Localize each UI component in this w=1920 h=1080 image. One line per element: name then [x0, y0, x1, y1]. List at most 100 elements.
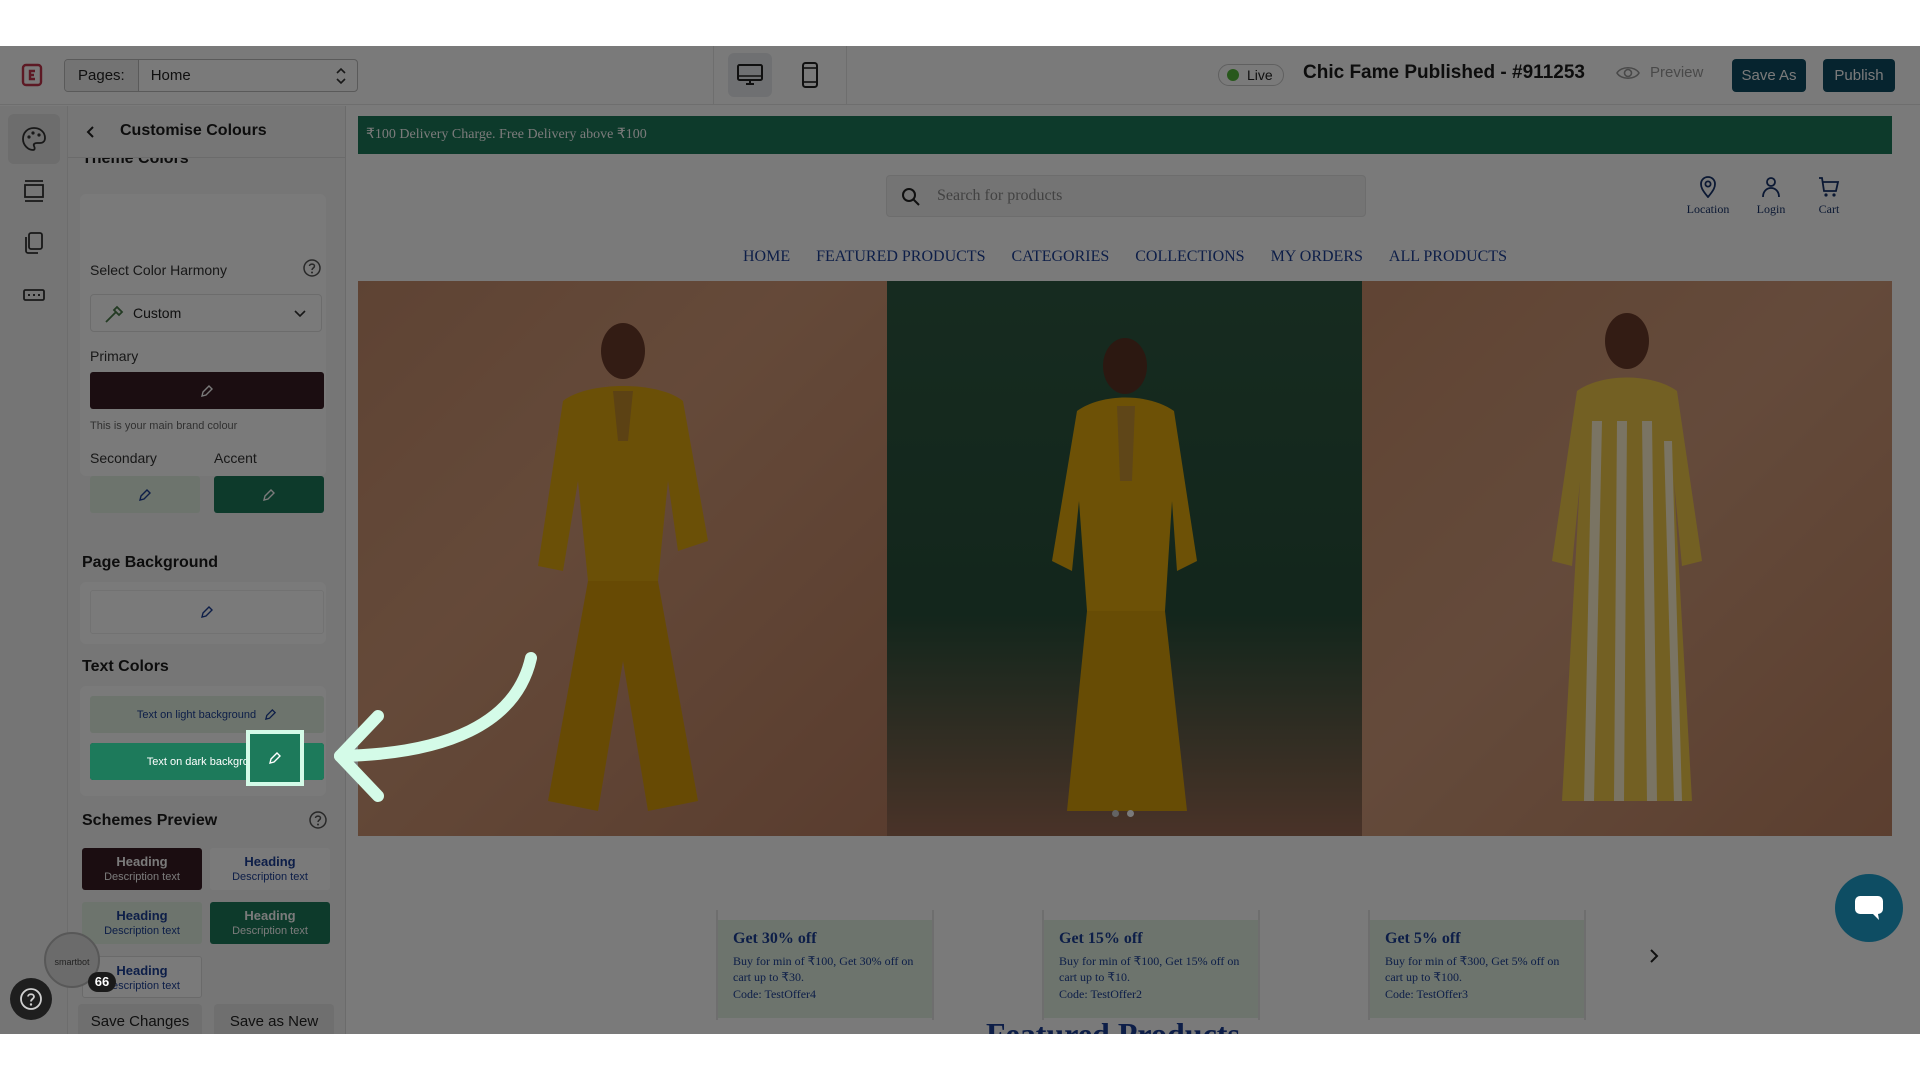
nav-item-categories[interactable]: CATEGORIES	[1011, 248, 1109, 265]
live-label: Live	[1247, 67, 1273, 83]
chat-bubble-icon	[1855, 896, 1883, 920]
scheme-primary[interactable]: Heading Description text	[82, 848, 202, 890]
secondary-color-swatch[interactable]	[90, 476, 200, 513]
offer-title: Get 5% off	[1385, 930, 1461, 947]
nav-item-featured-products[interactable]: FEATURED PRODUCTS	[816, 248, 985, 265]
scheme-description: Description text	[104, 871, 180, 883]
color-harmony-select[interactable]: Custom	[90, 294, 322, 332]
text-light-label: Text on light background	[136, 708, 257, 721]
pencil-icon	[269, 752, 281, 764]
pages-icon	[25, 232, 43, 254]
chat-button[interactable]	[1835, 874, 1903, 942]
rail-item-layout[interactable]	[8, 166, 60, 216]
pencil-icon	[139, 488, 151, 501]
schemes-preview-title: Schemes Preview	[82, 812, 218, 829]
nav-item-collections[interactable]: COLLECTIONS	[1135, 248, 1244, 265]
save-as-button[interactable]: Save As	[1732, 59, 1806, 92]
login-button[interactable]: Login	[1746, 176, 1796, 217]
pencil-icon	[263, 488, 275, 501]
help-circle-icon[interactable]	[302, 258, 322, 278]
scheme-secondary[interactable]: Heading Description text	[82, 902, 202, 944]
tutorial-arrow-icon	[334, 652, 537, 802]
carousel-dots[interactable]	[1108, 810, 1138, 817]
help-button[interactable]	[10, 978, 52, 1020]
chevron-down-icon	[294, 310, 306, 318]
app-logo-icon[interactable]	[20, 63, 44, 87]
primary-color-swatch[interactable]	[90, 372, 324, 409]
harmony-label: Select Color Harmony	[90, 262, 227, 278]
cart-button[interactable]: Cart	[1804, 176, 1854, 217]
nav-item-my-orders[interactable]: MY ORDERS	[1271, 248, 1363, 265]
search-placeholder: Search for products	[937, 187, 1063, 204]
harmony-value: Custom	[133, 305, 182, 321]
pencil-icon	[265, 708, 277, 721]
mobile-view-button[interactable]	[788, 53, 832, 97]
customise-colours-panel: Customise Colours Theme Colors Select Co…	[68, 106, 346, 1034]
rail-item-colours[interactable]	[8, 114, 60, 164]
input-field-icon	[23, 289, 45, 301]
desktop-view-button[interactable]	[728, 53, 772, 97]
scheme-heading: Heading	[244, 908, 296, 923]
app-window: Pages: Home Live Chic Fame Published - #…	[0, 46, 1920, 1034]
user-icon	[1762, 177, 1780, 198]
accent-color-swatch[interactable]	[214, 476, 324, 513]
offer-code: Code: TestOffer2	[1059, 987, 1143, 1001]
preview-label: Preview	[1650, 64, 1704, 81]
help-circle-icon	[20, 988, 42, 1010]
save-changes-button[interactable]: Save Changes	[78, 1004, 202, 1034]
offer-card[interactable]: Get 30% off Buy for min of ₹100, Get 30%…	[718, 920, 932, 1018]
hero-banner[interactable]	[358, 281, 1892, 836]
text-light-swatch[interactable]: Text on light background	[90, 696, 324, 733]
palette-icon	[22, 127, 46, 151]
featured-products-heading: Featured Products	[986, 1016, 1240, 1034]
banner-image-2	[887, 281, 1362, 836]
scheme-heading: Heading	[116, 908, 168, 923]
offer-code: Code: TestOffer4	[733, 987, 817, 1001]
eyedropper-icon	[105, 305, 124, 323]
layout-icon	[24, 180, 44, 202]
live-dot-icon	[1227, 69, 1239, 81]
chevron-updown-icon	[336, 67, 346, 85]
cart-icon	[1819, 177, 1840, 197]
secondary-label: Secondary	[90, 450, 157, 466]
location-button[interactable]: Location	[1678, 176, 1738, 217]
nav-item-all-products[interactable]: ALL PRODUCTS	[1389, 248, 1507, 265]
device-toggle	[713, 46, 847, 105]
store-nav: HOME FEATURED PRODUCTS CATEGORIES COLLEC…	[358, 248, 1892, 266]
scheme-accent[interactable]: Heading Description text	[210, 902, 330, 944]
sidebar-rail	[0, 106, 68, 1034]
notification-count-badge: 66	[88, 972, 116, 992]
offer-card[interactable]: Get 15% off Buy for min of ₹100, Get 15%…	[1044, 920, 1258, 1018]
offer-code: Code: TestOffer3	[1385, 987, 1469, 1001]
store-search-input[interactable]: Search for products	[886, 175, 1366, 217]
nav-item-home[interactable]: HOME	[743, 248, 790, 265]
panel-title: Customise Colours	[120, 122, 267, 139]
publish-button[interactable]: Publish	[1823, 59, 1895, 92]
back-chevron-icon[interactable]	[84, 122, 98, 142]
text-dark-edit-button[interactable]	[246, 730, 304, 786]
announcement-bar: ₹100 Delivery Charge. Free Delivery abov…	[358, 116, 1892, 154]
rail-item-pages[interactable]	[8, 218, 60, 268]
store-preview: ₹100 Delivery Charge. Free Delivery abov…	[358, 116, 1892, 1034]
accent-label: Accent	[214, 450, 257, 466]
save-as-new-button[interactable]: Save as New	[214, 1004, 334, 1034]
login-label: Login	[1756, 202, 1786, 216]
model-figure-3	[1552, 313, 1702, 801]
offer-card[interactable]: Get 5% off Buy for min of ₹300, Get 5% o…	[1370, 920, 1584, 1018]
location-label: Location	[1686, 202, 1730, 216]
top-bar: Pages: Home Live Chic Fame Published - #…	[0, 46, 1920, 105]
search-icon	[902, 188, 920, 206]
offer-title: Get 30% off	[733, 930, 817, 947]
page-background-swatch[interactable]	[90, 590, 324, 634]
chevron-right-icon[interactable]	[1646, 946, 1662, 966]
page-select-value: Home	[150, 67, 191, 84]
model-figure-2	[1052, 338, 1197, 811]
page-selector[interactable]: Pages: Home	[64, 59, 358, 92]
preview-button[interactable]: Preview	[1616, 64, 1703, 81]
rail-item-components[interactable]	[8, 270, 60, 320]
offer-body: Buy for min of ₹100, Get 30% off on cart…	[733, 954, 914, 984]
primary-label: Primary	[90, 348, 139, 364]
site-title: Chic Fame Published - #911253	[1303, 62, 1585, 83]
scheme-background[interactable]: Heading Description text	[210, 848, 330, 890]
page-select[interactable]: Home	[139, 60, 357, 91]
